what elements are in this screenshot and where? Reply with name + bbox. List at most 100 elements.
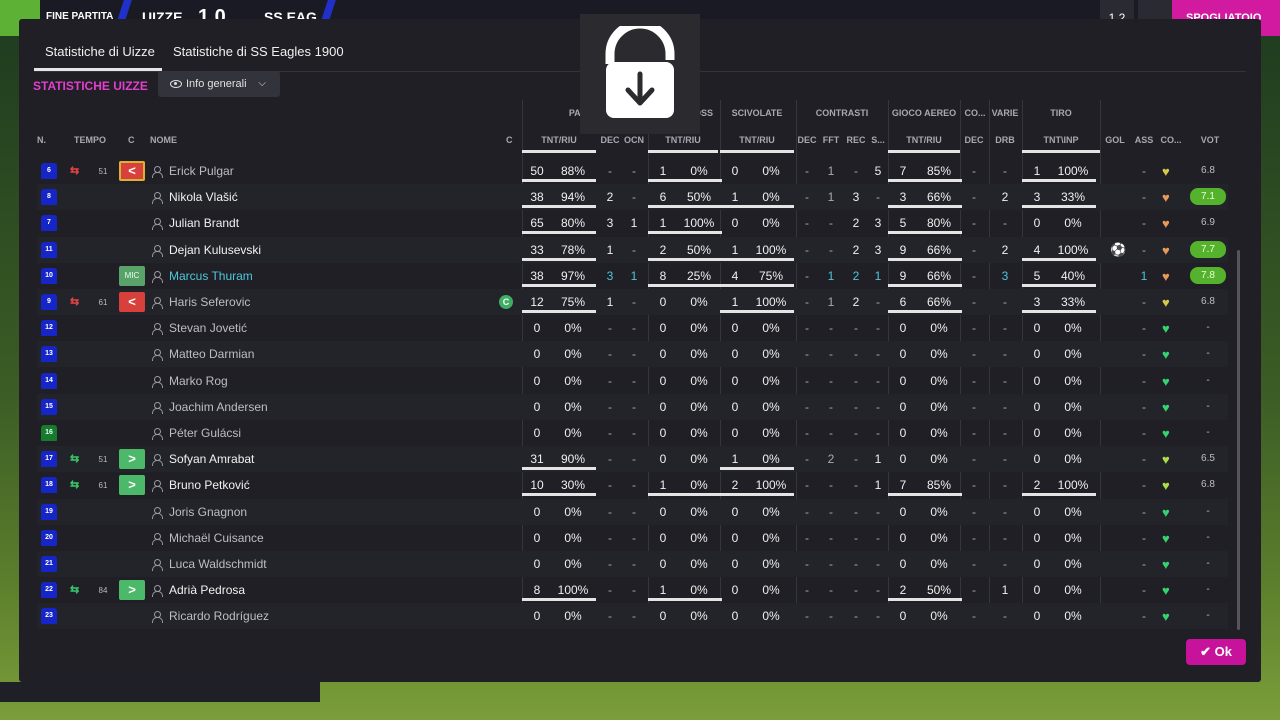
column-header[interactable]: C xyxy=(128,135,136,145)
contrasti-dec: - xyxy=(805,452,809,467)
column-header[interactable]: NOME xyxy=(150,135,190,145)
player-name[interactable]: Adrià Pedrosa xyxy=(169,583,245,597)
tackles-percent: 0% xyxy=(762,504,780,519)
table-row[interactable]: 6 ⇆ 51 < Erick Pulgar 50 88% - - 1 0% 0 0% - 1 - 5 7 85% - -… xyxy=(37,158,1228,184)
table-row[interactable]: 15 Joachim Andersen 0 0% - - 0 0% 0 0% - - - - 0 0% - - 0 0… xyxy=(37,393,1228,420)
dribbles: - xyxy=(1003,347,1007,362)
tackles-percent: 0% xyxy=(762,426,780,440)
assists: - xyxy=(1142,321,1146,336)
player-name[interactable]: Dejan Kulusevski xyxy=(169,243,261,257)
passes-percent: 30% xyxy=(560,478,586,493)
table-row[interactable]: 10 MIC Marcus Thuram 38 97% 3 1 8 25% 4 75% -1 2 1 9 66… xyxy=(37,263,1228,289)
substituted-on-button[interactable]: > xyxy=(119,580,145,601)
column-header[interactable]: TNT/RIU xyxy=(648,135,718,145)
table-row[interactable]: 21 Luca Waldschmidt 0 0% - - 0 0% 0 0% - - - - 0 0% - - 0 0… xyxy=(37,551,1228,577)
table-row[interactable]: 18 ⇆ 61 > Bruno Petković 10 30% - - 1 0% 2 100% - - - 1 7… xyxy=(37,472,1228,498)
table-row[interactable]: 14 Marko Rog 0 0% - - 0 0% 0 0% - - - - 0 0% - - 0 0% - ♥ - xyxy=(37,368,1228,394)
view-dropdown[interactable]: Info generali ⌵ xyxy=(158,71,280,97)
column-header[interactable]: CO... xyxy=(1158,135,1184,145)
player-name[interactable]: Stevan Jovetić xyxy=(169,321,247,335)
view-dropdown-value: Info generali xyxy=(186,78,247,90)
player-name[interactable]: Haris Seferovic xyxy=(169,295,250,309)
player-name[interactable]: Nikola Vlašić xyxy=(169,190,238,204)
stat-bar xyxy=(648,493,722,497)
substituted-off-button[interactable]: < xyxy=(119,161,145,181)
column-header[interactable]: OCN xyxy=(622,135,646,145)
cross-attempts: 0 xyxy=(659,452,667,467)
sub-minute: 51 xyxy=(98,455,108,465)
player-name[interactable]: Joachim Andersen xyxy=(169,400,268,414)
tackles-percent: 0% xyxy=(762,530,780,545)
contrasti-dec: - xyxy=(805,530,809,545)
column-header[interactable]: DRB xyxy=(990,135,1020,145)
position-badge[interactable]: MIC xyxy=(119,265,145,286)
column-header[interactable]: VOT xyxy=(1196,135,1224,145)
table-row[interactable]: 23 Ricardo Rodríguez 0 0% - - 0 0% 0 0% - - - - 0 0% - - 0… xyxy=(37,603,1228,630)
player-rating: - xyxy=(1206,531,1210,543)
column-header[interactable]: DEC xyxy=(796,135,818,145)
substituted-on-button[interactable]: > xyxy=(119,449,145,470)
player-name[interactable]: Marcus Thuram xyxy=(169,269,253,283)
column-header[interactable]: TNT/RIU xyxy=(888,135,960,145)
table-row[interactable]: 20 Michaël Cuisance 0 0% - - 0 0% 0 0% - - - - 0 0% - - 0 0… xyxy=(37,525,1228,551)
table-row[interactable]: 9 ⇆ 61 < Haris Seferovic C 12 75% 1-0 0% 1 100% -1 2-… xyxy=(37,289,1228,315)
tab-uizze-stats[interactable]: Statistiche di Uizze xyxy=(45,44,155,59)
player-rating: 6.8 xyxy=(1201,165,1215,176)
substituted-on-button[interactable]: > xyxy=(119,475,145,496)
column-header[interactable]: TEMPO xyxy=(74,135,110,145)
player-name[interactable]: Ricardo Rodríguez xyxy=(169,609,269,623)
substituted-off-button[interactable]: < xyxy=(119,292,145,312)
player-name[interactable]: Luca Waldschmidt xyxy=(169,557,267,571)
column-header[interactable]: TNT/RIU xyxy=(522,135,596,145)
column-header[interactable]: TNT/RIU xyxy=(720,135,794,145)
player-name[interactable]: Bruno Petković xyxy=(169,478,250,492)
column-header[interactable]: N. xyxy=(37,135,47,145)
column-header[interactable]: TNT\INP xyxy=(1022,135,1100,145)
player-rating: 6.9 xyxy=(1201,217,1215,229)
player-rating: - xyxy=(1206,322,1210,334)
cross-percent: 0% xyxy=(690,399,708,414)
ok-button[interactable]: ✔ Ok xyxy=(1186,639,1246,665)
scrollbar[interactable] xyxy=(1237,250,1240,630)
column-header[interactable]: DEC xyxy=(600,135,620,145)
table-row[interactable]: 19 Joris Gnagnon 0 0% - - 0 0% 0 0% - - - - 0 0% - - 0 0% - ♥… xyxy=(37,498,1228,525)
column-header[interactable]: DEC xyxy=(962,135,986,145)
player-name[interactable]: Matteo Darmian xyxy=(169,347,254,361)
player-name[interactable]: Julian Brandt xyxy=(169,216,239,230)
column-header[interactable]: FFT xyxy=(820,135,842,145)
table-row[interactable]: 22 ⇆ 84 > Adrià Pedrosa 8 100% - -1 0% 0 0% - - - -2 50%… xyxy=(37,577,1228,603)
player-name[interactable]: Sofyan Amrabat xyxy=(169,452,254,466)
table-row[interactable]: 8 Nikola Vlašić 38 94% 2-6 50% 1 0% -1 3-3 66% -2 3 3… xyxy=(37,184,1228,211)
table-row[interactable]: 12 Stevan Jovetić 0 0% - - 0 0% 0 0% - - - - 0 0% - - 0 0% -… xyxy=(37,315,1228,341)
tab-eagles-stats[interactable]: Statistiche di SS Eagles 1900 xyxy=(173,44,344,59)
column-header[interactable]: C xyxy=(506,135,514,145)
passes-percent: 0% xyxy=(564,530,582,545)
pass-dec: - xyxy=(608,347,612,362)
table-row[interactable]: 13 Matteo Darmian 0 0% - - 0 0% 0 0% - - - - 0 0% - - 0 0% -… xyxy=(37,341,1228,368)
passes-attempts: 0 xyxy=(533,530,541,545)
unlock-download-overlay[interactable] xyxy=(580,14,700,134)
table-row[interactable]: 7 Julian Brandt 65 80% 3 1 1 100% 0 0% - -2 3 5 80% - -0… xyxy=(37,210,1228,236)
player-name[interactable]: Péter Gulácsi xyxy=(169,426,241,440)
pass-dec: - xyxy=(608,164,612,178)
table-row[interactable]: 16 Péter Gulácsi 0 0% - - 0 0% 0 0% - - - - 0 0% - - 0 0% - ♥… xyxy=(37,420,1228,446)
contrasti-s: 3 xyxy=(874,242,882,257)
column-header[interactable]: REC xyxy=(845,135,867,145)
player-name[interactable]: Erick Pulgar xyxy=(169,164,234,178)
passes-percent: 88% xyxy=(560,164,586,178)
player-name[interactable]: Joris Gnagnon xyxy=(169,505,247,519)
player-name[interactable]: Marko Rog xyxy=(169,374,228,388)
dribbles: 3 xyxy=(1001,268,1009,283)
player-profile-icon xyxy=(151,479,163,493)
cross-percent: 0% xyxy=(690,426,708,440)
column-header[interactable]: S... xyxy=(868,135,888,145)
player-name[interactable]: Michaël Cuisance xyxy=(169,531,264,545)
column-header[interactable]: ASS xyxy=(1130,135,1158,145)
table-row[interactable]: 17 ⇆ 51 > Sofyan Amrabat 31 90% - - 0 0% 1 0% - 2 - 1 0 0%… xyxy=(37,446,1228,473)
passes-attempts: 65 xyxy=(530,216,544,231)
column-header[interactable]: GOL xyxy=(1102,135,1128,145)
table-row[interactable]: 11 Dejan Kulusevski 33 78% 1-2 50% 1 100% - -2 3 9 6… xyxy=(37,236,1228,263)
stat-bar xyxy=(720,257,794,261)
aerial-percent: 66% xyxy=(926,190,952,205)
shirt-number-icon: 13 xyxy=(41,346,57,363)
